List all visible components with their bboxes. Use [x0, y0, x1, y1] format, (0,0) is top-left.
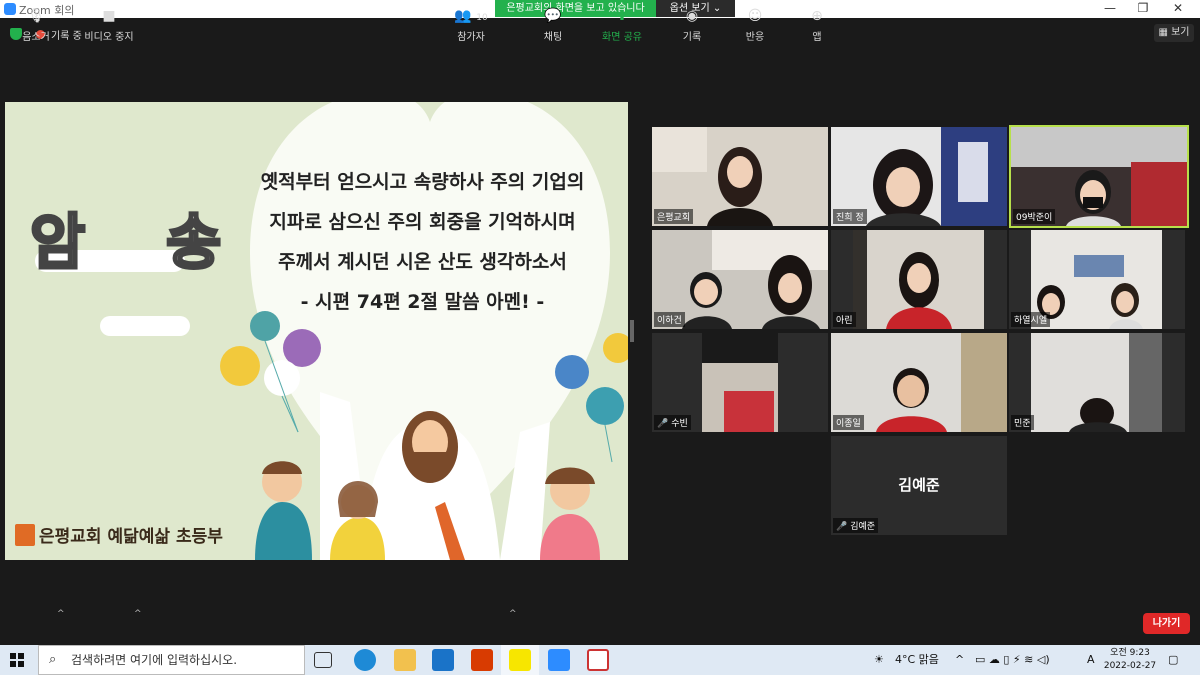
participant-tile-active-speaker[interactable]: 09박준이	[1009, 125, 1189, 228]
participant-tile[interactable]: 아린	[831, 230, 1007, 329]
participant-display-name: 김예준	[898, 476, 940, 494]
windows-start-button[interactable]	[10, 653, 24, 667]
view-button[interactable]: ▦ 보기	[1154, 24, 1194, 42]
clock-date: 2022-02-27	[1103, 661, 1157, 671]
verse-line: 지파로 삼으신 주의 회중을 기억하시며	[269, 211, 576, 233]
participants-icon: 👥 10	[454, 8, 488, 24]
split-handle[interactable]	[630, 320, 634, 342]
view-label: 보기	[1171, 27, 1190, 38]
participant-name-text: 수빈	[671, 419, 688, 429]
participant-tile[interactable]: 은평교회	[652, 127, 828, 226]
participant-video	[831, 230, 1007, 329]
ime-indicator[interactable]: A	[1087, 645, 1095, 675]
participant-name: 아린	[833, 312, 856, 327]
chevron-up-icon[interactable]: ^	[955, 645, 964, 675]
leave-button[interactable]: 나가기	[1143, 613, 1190, 634]
participant-name: 민준	[1011, 415, 1034, 430]
participant-name: 이하건	[654, 312, 685, 327]
paint-app-icon[interactable]	[587, 649, 609, 671]
system-tray-icons[interactable]: ▭ ☁ ▯ ⚡ ≋ ◁)	[975, 645, 1050, 675]
chat-icon: 💬	[544, 8, 562, 24]
record-button[interactable]: ◉ 기록	[657, 8, 727, 43]
illustration-children-jesus	[220, 311, 628, 560]
kakaotalk-icon[interactable]	[509, 649, 531, 671]
participant-name: 이종일	[833, 415, 864, 430]
meeting-toolbar	[0, 600, 1200, 645]
microphone-icon: 🎙	[27, 8, 45, 24]
participant-name: 하열시엘	[1011, 312, 1051, 327]
bible-icon	[15, 523, 35, 546]
share-screen-button[interactable]: ⬆ 화면 공유	[587, 8, 657, 43]
zoom-window: Zoom 회의 — ❐ ✕ 은평교회의 화면을 보고 있습니다 옵션 보기 ⌄ …	[0, 0, 1200, 675]
cloud-shape	[100, 316, 190, 336]
taskbar-clock[interactable]: 오전 9:23 2022-02-27	[1100, 647, 1160, 673]
close-button[interactable]: ✕	[1163, 1, 1193, 15]
share-screen-icon: ⬆	[616, 8, 628, 24]
shared-screen: 암 송 옛적부터 얻으시고 속량하사 주의 기업의 지파로 삼으신 주의 회중을…	[5, 102, 628, 560]
participant-tile[interactable]: 하열시엘	[1009, 230, 1185, 329]
participant-tile[interactable]: 이하건	[652, 230, 828, 329]
church-label: 은평교회 예닮예삶 초등부	[15, 522, 223, 547]
slide-title: 암 송	[28, 207, 252, 280]
church-label-text: 은평교회 예닮예삶 초등부	[39, 527, 223, 547]
zoom-taskbar-icon[interactable]	[548, 649, 570, 671]
video-options-caret[interactable]: ^	[134, 609, 142, 619]
notification-icon[interactable]: ▢	[1168, 645, 1178, 675]
office-icon[interactable]	[471, 649, 493, 671]
participant-name: 🎤 김예준	[833, 518, 879, 533]
reactions-button[interactable]: ☺ 반응	[720, 8, 790, 43]
minimize-button[interactable]: —	[1095, 1, 1125, 15]
edge-browser-icon[interactable]	[354, 649, 376, 671]
clock-time: 오전 9:23	[1110, 648, 1150, 658]
video-camera-icon: ■	[102, 8, 116, 24]
stop-video-button[interactable]: ■ 비디오 중지	[74, 8, 144, 43]
participant-name: 🎤 수빈	[654, 415, 691, 430]
participant-name: 은평교회	[654, 209, 694, 224]
verse-line: 주께서 계시던 시온 산도 생각하소서	[278, 251, 567, 273]
search-icon: ⌕	[49, 652, 57, 667]
participant-tile[interactable]: 진희 정	[831, 127, 1007, 226]
participant-name: 진희 정	[833, 209, 867, 224]
participant-tile[interactable]: 이종일	[831, 333, 1007, 432]
mute-button[interactable]: 🎙 음소거	[1, 8, 71, 43]
participant-tile-video-off[interactable]: 김예준 🎤 김예준	[831, 436, 1007, 535]
participant-tile[interactable]: 🎤 수빈	[652, 333, 828, 432]
audio-options-caret[interactable]: ^	[57, 609, 65, 619]
apps-icon: ⊕	[811, 8, 823, 24]
taskbar-search-box[interactable]: ⌕ 검색하려면 여기에 입력하십시오.	[38, 645, 305, 675]
participants-options-caret[interactable]: ^	[509, 609, 517, 619]
verse-line: 옛적부터 얻으시고 속량하사 주의 기업의	[260, 171, 585, 193]
participant-video	[1009, 333, 1185, 432]
file-explorer-icon[interactable]	[394, 649, 416, 671]
muted-mic-icon: 🎤	[836, 522, 848, 532]
grid-icon: ▦	[1158, 27, 1172, 38]
apps-button[interactable]: ⊕ 앱	[782, 8, 852, 43]
participant-name: 09박준이	[1013, 209, 1056, 224]
windows-taskbar: ⌕ 검색하려면 여기에 입력하십시오. ☀ 4°C 맑음 ^ ▭ ☁ ▯ ⚡ ≋…	[0, 645, 1200, 675]
reactions-icon: ☺	[747, 8, 763, 24]
search-placeholder: 검색하려면 여기에 입력하십시오.	[71, 653, 238, 667]
weather-icon[interactable]: ☀	[874, 645, 884, 675]
participant-tile[interactable]: 민준	[1009, 333, 1185, 432]
weather-text[interactable]: 4°C 맑음	[895, 645, 939, 675]
participant-count: 10	[476, 13, 488, 23]
chat-button[interactable]: 💬 채팅	[518, 8, 588, 43]
task-view-icon[interactable]	[314, 652, 332, 668]
restore-button[interactable]: ❐	[1128, 1, 1158, 15]
participants-button[interactable]: 👥 10 참가자	[436, 8, 506, 43]
mail-icon[interactable]	[432, 649, 454, 671]
participant-name-text: 김예준	[850, 522, 876, 532]
muted-mic-icon: 🎤	[657, 419, 669, 429]
record-icon: ◉	[685, 8, 699, 24]
